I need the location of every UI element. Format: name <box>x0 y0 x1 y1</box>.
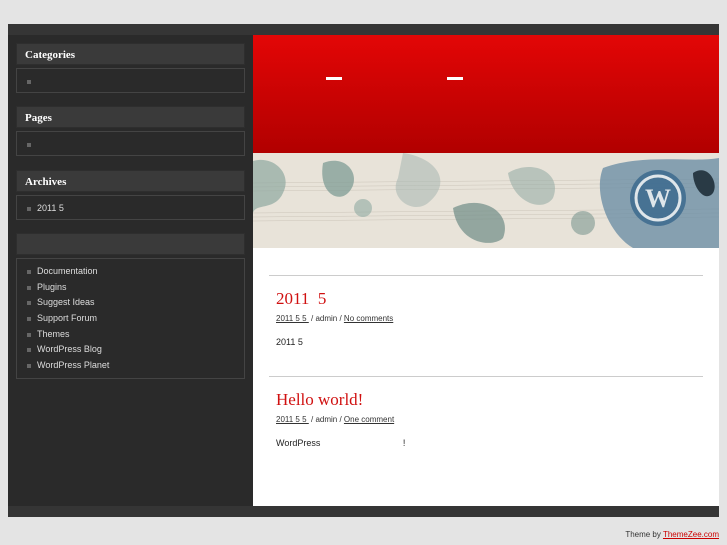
post-date-link[interactable]: 2011 5 5 <box>276 415 309 424</box>
link-item-label: Documentation <box>37 266 98 276</box>
bottom-bar <box>8 506 719 517</box>
archive-item[interactable]: 2011 5 <box>27 201 244 217</box>
links-widget: Documentation Plugins Suggest Ideas Supp… <box>16 258 245 379</box>
bullet-icon <box>27 143 31 147</box>
link-item-label: Themes <box>37 328 70 339</box>
bullet-icon <box>27 332 31 337</box>
link-item-label: WordPress Planet <box>37 360 110 371</box>
archives-widget-title: Archives <box>16 170 245 192</box>
meta-separator: / <box>337 415 344 424</box>
bullet-icon <box>27 348 31 353</box>
post-date-link[interactable]: 2011 5 5 <box>276 314 309 323</box>
post-divider <box>269 275 703 276</box>
category-item[interactable] <box>27 74 244 90</box>
pages-widget <box>16 131 245 156</box>
link-item-themes[interactable]: Themes <box>27 327 244 343</box>
bullet-icon <box>27 270 31 274</box>
post-meta: 2011 5 5 / admin / No comments <box>276 314 393 323</box>
post-author: admin <box>315 314 338 323</box>
link-item-support-forum[interactable]: Support Forum <box>27 311 244 327</box>
top-bar <box>8 24 719 35</box>
bullet-icon <box>27 207 31 211</box>
link-item-label: Plugins <box>37 281 67 292</box>
pages-widget-title: Pages <box>16 106 245 128</box>
link-item-label: Suggest Ideas <box>37 297 95 308</box>
bullet-icon <box>27 285 31 290</box>
post-title[interactable]: Hello world! <box>276 390 363 410</box>
categories-widget <box>16 68 245 93</box>
site-title-glyph[interactable] <box>447 77 463 80</box>
header-banner-image: W <box>253 153 719 248</box>
post-comments-link[interactable]: No comments <box>344 314 393 323</box>
themezee-link[interactable]: ThemeZee.com <box>663 530 719 539</box>
site-header <box>253 35 719 153</box>
meta-separator: / <box>337 314 344 323</box>
theme-credit: Theme by ThemeZee.com <box>625 530 719 539</box>
link-item-wordpress-planet[interactable]: WordPress Planet <box>27 358 244 374</box>
links-widget-title <box>16 233 245 255</box>
link-item-plugins[interactable]: Plugins <box>27 280 244 296</box>
credit-prefix: Theme by <box>625 530 663 539</box>
post-body: 2011 5 <box>276 337 303 347</box>
svg-text:W: W <box>645 184 671 213</box>
categories-widget-title: Categories <box>16 43 245 65</box>
link-item-wordpress-blog[interactable]: WordPress Blog <box>27 342 244 358</box>
bullet-icon <box>27 364 31 369</box>
link-item-label: Support Forum <box>37 313 98 324</box>
bullet-icon <box>27 301 31 306</box>
post-title[interactable]: 2011 5 <box>276 289 326 309</box>
link-item-label: WordPress Blog <box>37 344 102 355</box>
ink-splash-artwork: W <box>253 153 719 248</box>
post-author: admin <box>315 415 338 424</box>
sidebar: Categories Pages Archives 2011 5 Documen… <box>8 35 253 506</box>
link-item-documentation[interactable]: Documentation <box>27 264 244 280</box>
link-item-suggest-ideas[interactable]: Suggest Ideas <box>27 295 244 311</box>
site-title-glyph[interactable] <box>326 77 342 80</box>
post-meta: 2011 5 5 / admin / One comment <box>276 415 394 424</box>
post-comments-link[interactable]: One comment <box>344 415 394 424</box>
page-item[interactable] <box>27 137 244 153</box>
bullet-icon <box>27 80 31 84</box>
post-divider <box>269 376 703 377</box>
bullet-icon <box>27 317 31 322</box>
main-content: W 2011 5 2011 5 5 / admin / No comments … <box>253 35 719 506</box>
archives-widget: 2011 5 <box>16 195 245 220</box>
post-body: WordPress ! <box>276 438 406 448</box>
archive-item-label: 2011 5 <box>37 203 64 213</box>
